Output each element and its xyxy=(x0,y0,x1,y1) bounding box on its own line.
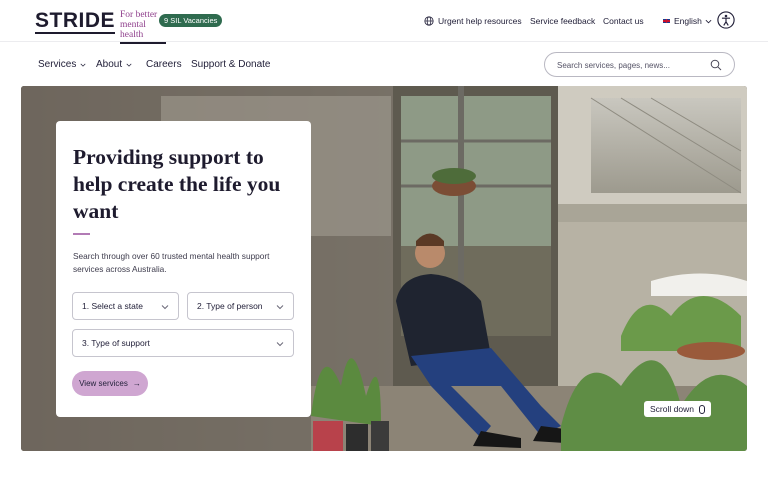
chevron-down-icon xyxy=(276,305,284,310)
logo-tagline-line-1: For better xyxy=(120,10,158,20)
chevron-down-icon xyxy=(80,63,86,67)
search-icon[interactable] xyxy=(710,59,722,71)
hero-description: Search through over 60 trusted mental he… xyxy=(73,251,270,274)
accessibility-icon[interactable] xyxy=(717,11,735,29)
state-select-label: 1. Select a state xyxy=(82,301,143,311)
logo-tagline-line-2: mental health xyxy=(120,20,146,40)
chevron-down-icon xyxy=(161,305,169,310)
hero-title: Providing support to help create the lif… xyxy=(73,145,281,223)
chevron-down-icon xyxy=(126,63,132,67)
language-label: English xyxy=(674,16,702,26)
view-services-label: View services xyxy=(79,379,128,388)
support-type-select-label: 3. Type of support xyxy=(82,338,150,348)
site-search xyxy=(544,52,735,77)
title-divider xyxy=(73,233,90,235)
logo-wordmark: STRIDE xyxy=(35,9,116,34)
search-input[interactable] xyxy=(557,58,707,72)
globe-icon xyxy=(424,16,434,26)
contact-link[interactable]: Contact us xyxy=(603,16,644,27)
urgent-help-link[interactable]: Urgent help resources xyxy=(438,16,522,27)
person-type-select[interactable]: 2. Type of person xyxy=(187,292,294,320)
support-type-select[interactable]: 3. Type of support xyxy=(72,329,294,357)
person-type-select-label: 2. Type of person xyxy=(197,301,263,311)
chevron-down-icon xyxy=(705,19,712,23)
service-feedback-link[interactable]: Service feedback xyxy=(530,16,595,27)
nav-item-label: Support & Donate xyxy=(191,59,271,70)
nav-item-support-donate[interactable]: Support & Donate xyxy=(191,59,271,70)
service-finder-card: Providing support to help create the lif… xyxy=(56,121,311,417)
state-select[interactable]: 1. Select a state xyxy=(72,292,179,320)
stride-logo[interactable]: STRIDE For better mental health xyxy=(35,9,167,44)
utility-bar: STRIDE For better mental health 9 SIL Va… xyxy=(0,0,768,44)
mouse-icon xyxy=(698,404,705,414)
nav-item-label: Services xyxy=(38,59,77,70)
vacancies-badge[interactable]: 9 SIL Vacancies xyxy=(159,14,223,27)
logo-tagline: For better mental health xyxy=(120,10,167,44)
main-nav: Services About Careers Support & Donate xyxy=(0,43,768,87)
nav-item-careers[interactable]: Careers xyxy=(146,59,182,70)
arrow-right-icon: → xyxy=(132,379,141,388)
view-services-button[interactable]: View services → xyxy=(72,371,148,396)
uk-flag-icon xyxy=(662,18,671,24)
nav-item-services[interactable]: Services xyxy=(38,59,86,70)
scroll-down-label: Scroll down xyxy=(650,404,694,414)
nav-item-label: Careers xyxy=(146,59,182,70)
nav-item-about[interactable]: About xyxy=(96,59,132,70)
scroll-down-button[interactable]: Scroll down xyxy=(644,401,711,417)
language-selector[interactable]: English xyxy=(662,16,712,26)
chevron-down-icon xyxy=(276,342,284,347)
hero-banner: Providing support to help create the lif… xyxy=(21,86,747,451)
nav-item-label: About xyxy=(96,59,123,70)
